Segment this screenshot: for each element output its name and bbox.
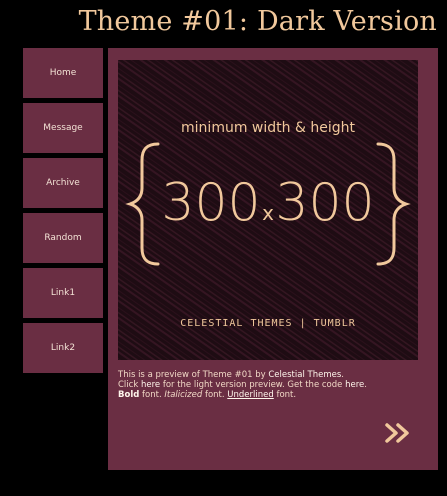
underline-sample: Underlined [227,390,274,400]
preview-graphic: minimum width & height 300 x 300 CELESTI… [118,60,418,360]
preview-footer-text: CELESTIAL THEMES | TUMBLR [180,318,356,329]
caption-line-2: Click here for the light version preview… [118,380,430,390]
caption-text: . [364,380,367,390]
sidebar-nav: Home Message Archive Random Link1 Link2 [23,48,103,378]
nav-item-message[interactable]: Message [23,103,103,153]
nav-item-link2[interactable]: Link2 [23,323,103,373]
light-version-link[interactable]: here [141,380,160,390]
get-code-link[interactable]: here [345,380,364,390]
nav-item-home[interactable]: Home [23,48,103,98]
nav-item-link1[interactable]: Link1 [23,268,103,318]
caption-text: font. [273,390,297,400]
nav-item-archive[interactable]: Archive [23,158,103,208]
caption-text: font. [202,390,228,400]
preview-size-x: x [262,201,274,225]
double-chevron-right-icon [385,423,409,443]
nav-item-random[interactable]: Random [23,213,103,263]
preview-size-left: 300 [161,173,260,233]
caption-text: Click [118,380,141,390]
page: Theme #01: Dark Version Home Message Arc… [0,0,447,496]
preview-image: minimum width & height 300 x 300 CELESTI… [118,60,418,360]
celestial-themes-link[interactable]: Celestial Themes [268,370,341,380]
post-panel: minimum width & height 300 x 300 CELESTI… [108,48,438,470]
next-page-button[interactable] [384,422,412,448]
preview-caption-line: minimum width & height [181,120,355,136]
caption-text: This is a preview of Theme #01 by [118,370,269,380]
caption-line-3: Bold font. Italicized font. Underlined f… [118,390,430,400]
preview-size-right: 300 [275,173,374,233]
post-caption: This is a preview of Theme #01 by Celest… [118,370,430,400]
caption-text: . [341,370,344,380]
caption-text: for the light version preview. Get the c… [160,380,346,390]
caption-text: font. [139,390,165,400]
caption-line-1: This is a preview of Theme #01 by Celest… [118,370,430,380]
site-title: Theme #01: Dark Version [78,6,437,37]
italic-sample: Italicized [164,390,203,400]
bold-sample: Bold [118,390,140,400]
